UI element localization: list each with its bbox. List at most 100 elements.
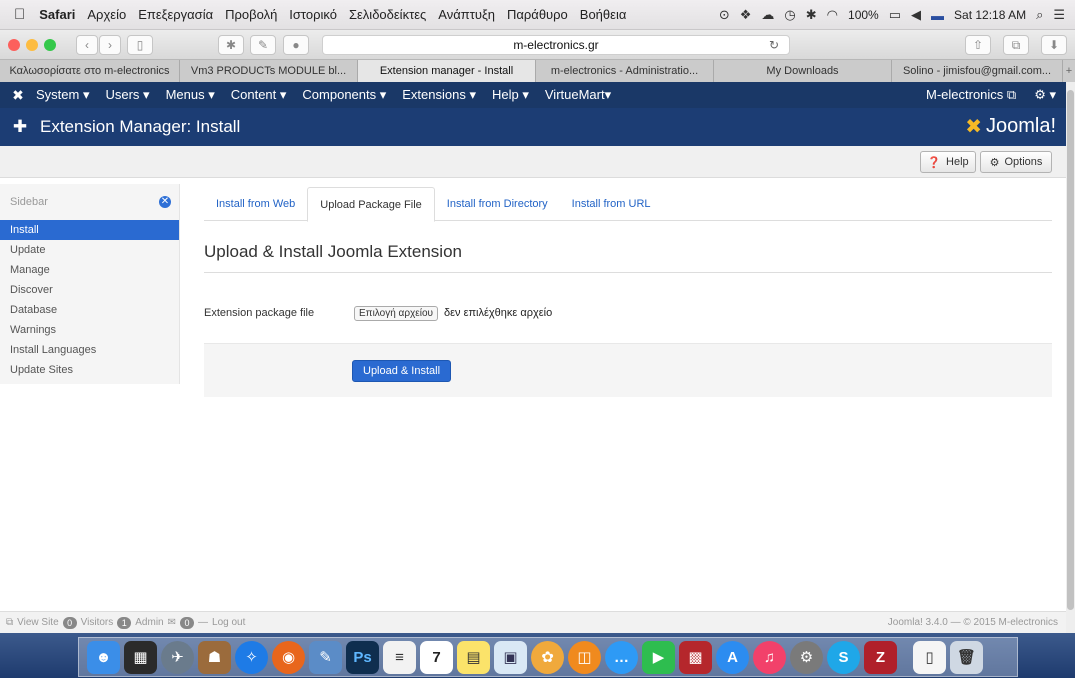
sidebar-item-manage[interactable]: Manage — [0, 260, 179, 280]
cloud-icon[interactable]: ☁ — [761, 7, 774, 23]
tabs-overview-button[interactable]: ⧉ — [1003, 35, 1029, 55]
nav-menus[interactable]: Menus ▾ — [166, 87, 215, 103]
new-tab-button[interactable]: + — [1063, 60, 1075, 82]
menu-view[interactable]: Προβολή — [225, 7, 277, 22]
download-icon[interactable]: ⊙ — [719, 7, 730, 23]
calendar-icon[interactable]: 7 — [420, 640, 453, 674]
sidebar-item-update-sites[interactable]: Update Sites — [0, 360, 179, 380]
sidebar-item-install[interactable]: Install — [0, 220, 179, 240]
itunes-icon[interactable]: ♫ — [753, 640, 786, 674]
app-menu-safari[interactable]: Safari — [39, 7, 75, 22]
forward-button[interactable]: › — [99, 35, 121, 55]
mission-control-icon[interactable]: ▦ — [124, 640, 157, 674]
filezilla-icon[interactable]: Z — [864, 640, 897, 674]
nav-users[interactable]: Users ▾ — [105, 87, 149, 103]
trash-icon[interactable]: 🗑 — [950, 640, 983, 674]
help-button[interactable]: ❓ Help — [920, 151, 976, 173]
page-scrollbar[interactable] — [1066, 82, 1075, 633]
menu-develop[interactable]: Ανάπτυξη — [438, 7, 495, 22]
choose-file-button[interactable]: Επιλογή αρχείου — [354, 305, 438, 321]
bluetooth-icon[interactable]: ✱ — [806, 7, 817, 23]
sidebar-item-database[interactable]: Database — [0, 300, 179, 320]
photoshop-icon[interactable]: Ps — [346, 640, 379, 674]
safari-icon[interactable]: ✧ — [235, 640, 268, 674]
notes-icon[interactable]: ≡ — [383, 640, 416, 674]
nav-extensions[interactable]: Extensions ▾ — [402, 87, 476, 103]
menu-bookmarks[interactable]: Σελιδοδείκτες — [349, 7, 426, 22]
document-stack-icon[interactable]: ▯ — [913, 640, 946, 674]
timemachine-icon[interactable]: ◷ — [784, 7, 795, 23]
apple-icon[interactable]:  — [14, 6, 25, 23]
tab-install-from-url[interactable]: Install from URL — [560, 187, 663, 220]
notification-center-icon[interactable]: ☰ — [1053, 7, 1065, 23]
nav-help[interactable]: Help ▾ — [492, 87, 529, 103]
user-menu-gear-icon[interactable]: ⚙ ▾ — [1034, 87, 1056, 103]
menu-edit[interactable]: Επεξεργασία — [138, 7, 213, 22]
joomla-logo-icon[interactable]: ✖ — [0, 87, 36, 104]
sidebar-item-warnings[interactable]: Warnings — [0, 320, 179, 340]
tab-upload-package-file[interactable]: Upload Package File — [307, 187, 435, 222]
preview-icon[interactable]: ✎ — [309, 640, 342, 674]
reload-icon[interactable]: ↻ — [769, 36, 779, 54]
contacts-icon[interactable]: ☗ — [198, 640, 231, 674]
browser-tab[interactable]: Vm3 PRODUCTs MODULE bl... — [180, 60, 358, 82]
nav-content[interactable]: Content ▾ — [231, 87, 287, 103]
nav-virtuemart[interactable]: VirtueMart▾ — [545, 87, 611, 103]
extension-icon-2[interactable]: ✎ — [250, 35, 276, 55]
nav-system[interactable]: System ▾ — [36, 87, 89, 103]
menu-history[interactable]: Ιστορικό — [289, 7, 337, 22]
facetime-icon[interactable]: ▶ — [642, 640, 675, 674]
photo-booth-icon[interactable]: ▩ — [679, 640, 712, 674]
dropbox-icon[interactable]: ❖ — [740, 7, 752, 23]
scrollbar-thumb[interactable] — [1067, 90, 1074, 610]
battery-icon[interactable]: ▭ — [889, 7, 901, 23]
address-bar[interactable]: m-electronics.gr ↻ — [322, 35, 790, 55]
close-window-icon[interactable] — [8, 39, 20, 51]
logout-link[interactable]: Log out — [212, 617, 245, 628]
nav-components[interactable]: Components ▾ — [302, 87, 386, 103]
launchpad-icon[interactable]: ✈ — [161, 640, 194, 674]
flag-icon[interactable]: ▬ — [931, 8, 944, 23]
sidebar-item-install-languages[interactable]: Install Languages — [0, 340, 179, 360]
browser-tab[interactable]: My Downloads — [714, 60, 892, 82]
spotlight-icon[interactable]: ⌕ — [1036, 7, 1043, 23]
minimize-window-icon[interactable] — [26, 39, 38, 51]
volume-icon[interactable]: ◀︎ — [911, 7, 921, 23]
app-store-icon[interactable]: A — [716, 640, 749, 674]
sidebar-item-update[interactable]: Update — [0, 240, 179, 260]
site-link[interactable]: M-electronics ⧉ — [926, 87, 1016, 103]
envelope-icon[interactable]: ✉ — [168, 617, 176, 628]
browser-tab-active[interactable]: Extension manager - Install — [358, 60, 536, 82]
browser-tab[interactable]: Solino - jimisfou@gmail.com... — [892, 60, 1063, 82]
clock[interactable]: Sat 12:18 AM — [954, 8, 1026, 22]
photos-icon[interactable]: ✿ — [531, 640, 564, 674]
firefox-icon[interactable]: ◉ — [272, 640, 305, 674]
system-preferences-icon[interactable]: ⚙ — [790, 640, 823, 674]
browser-tab[interactable]: Καλωσορίσατε στο m-electronics — [0, 60, 180, 82]
close-sidebar-icon[interactable]: ✕ — [159, 196, 171, 208]
share-button[interactable]: ⇧ — [965, 35, 991, 55]
options-button[interactable]: ⚙ Options — [980, 151, 1052, 173]
ibooks-icon[interactable]: ◫ — [568, 640, 601, 674]
zoom-window-icon[interactable] — [44, 39, 56, 51]
sidebar-item-discover[interactable]: Discover — [0, 280, 179, 300]
sidebar-toggle-button[interactable]: ▯ — [127, 35, 153, 55]
stickies-icon[interactable]: ▤ — [457, 640, 490, 674]
back-button[interactable]: ‹ — [76, 35, 98, 55]
tab-install-from-web[interactable]: Install from Web — [204, 187, 307, 220]
wifi-icon[interactable]: ◠ — [827, 7, 838, 23]
messages-icon[interactable]: … — [605, 640, 638, 674]
skype-icon[interactable]: S — [827, 640, 860, 674]
tab-install-from-directory[interactable]: Install from Directory — [435, 187, 560, 220]
browser-tab[interactable]: m-electronics - Administratio... — [536, 60, 714, 82]
upload-install-button[interactable]: Upload & Install — [352, 360, 452, 382]
menu-window[interactable]: Παράθυρο — [507, 7, 568, 22]
downloads-button[interactable]: ⬇ — [1041, 35, 1067, 55]
battery-percent[interactable]: 100% — [848, 8, 879, 22]
menu-help[interactable]: Βοήθεια — [580, 7, 627, 22]
extension-icon[interactable]: ✱ — [218, 35, 244, 55]
menu-file[interactable]: Αρχείο — [87, 7, 126, 22]
image-capture-icon[interactable]: ▣ — [494, 640, 527, 674]
finder-icon[interactable]: ☻ — [87, 640, 120, 674]
view-site-link[interactable]: View Site — [17, 617, 59, 628]
